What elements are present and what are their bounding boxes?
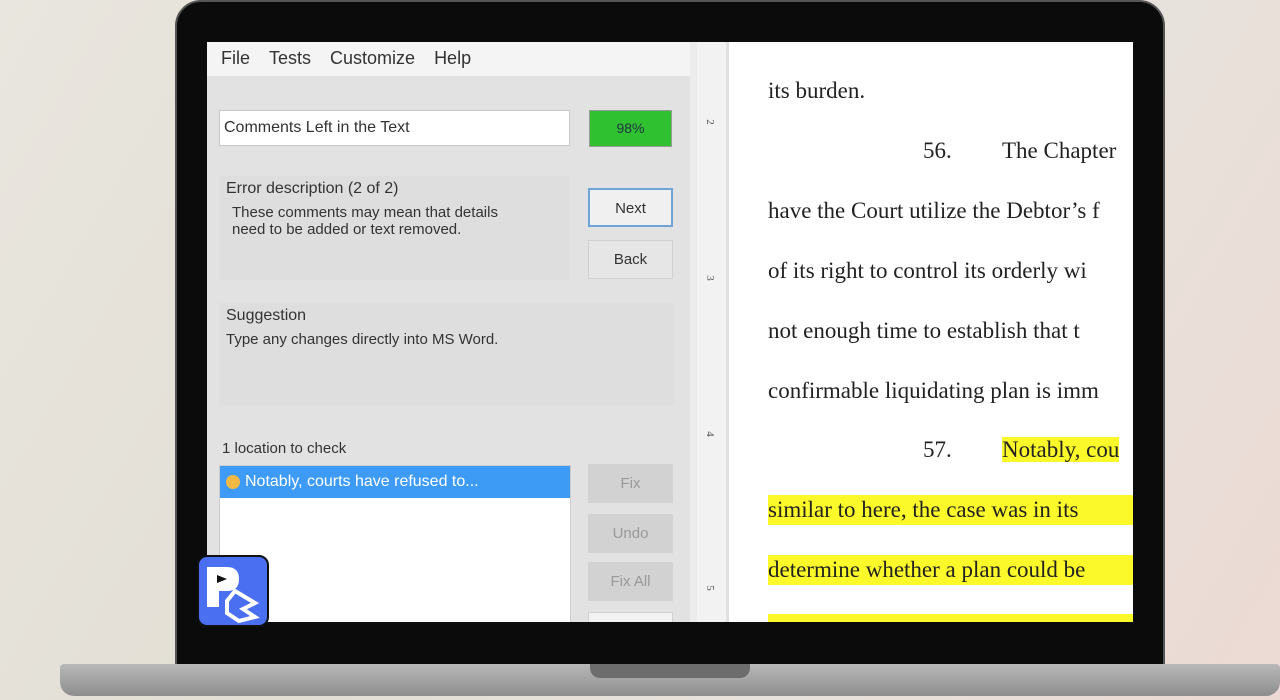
error-text-2: need to be added or text removed.	[232, 221, 462, 238]
laptop-notch	[590, 664, 750, 678]
menu-bar: File Tests Customize Help	[207, 42, 690, 76]
locations-list[interactable]: Notably, courts have refused to...	[219, 465, 571, 622]
error-text-1: These comments may mean that details	[232, 204, 498, 221]
warning-dot-icon	[226, 475, 240, 489]
menu-file[interactable]: File	[221, 48, 250, 70]
list-item[interactable]: Notably, courts have refused to...	[220, 466, 570, 498]
doc-line: confirmable liquidating plan is imm	[768, 378, 1099, 403]
doc-line: its burden.	[768, 78, 866, 103]
doc-line: not enough time to establish that t	[768, 318, 1080, 343]
menu-tests[interactable]: Tests	[269, 48, 311, 70]
suggestion-box: Suggestion Type any changes directly int…	[219, 303, 674, 405]
doc-line: The Chapter	[1002, 138, 1117, 163]
extra-button[interactable]	[588, 612, 673, 622]
fix-all-button[interactable]: Fix All	[588, 562, 673, 601]
list-item-label: Notably, courts have refused to...	[245, 473, 479, 490]
paragraph-number: 56.	[923, 138, 952, 163]
doc-line: of its right to control its orderly wi	[768, 258, 1087, 283]
menu-customize[interactable]: Customize	[330, 48, 415, 70]
back-button[interactable]: Back	[588, 240, 673, 279]
doc-line: have the Court utilize the Debtor’s f	[768, 198, 1100, 223]
suggestion-title: Suggestion	[226, 307, 307, 324]
next-button[interactable]: Next	[588, 188, 673, 227]
locations-count: 1 location to check	[222, 440, 347, 457]
fix-button[interactable]: Fix	[588, 464, 673, 503]
paragraph-number: 57.	[923, 437, 952, 462]
screen: File Tests Customize Help Comments Left …	[207, 42, 1133, 622]
score-badge: 98%	[589, 110, 672, 147]
splitter-handle[interactable]	[690, 42, 697, 622]
highlighted-text-partial	[768, 614, 1133, 622]
suggestion-text: Type any changes directly into MS Word.	[226, 331, 499, 348]
pc-logo-icon	[197, 555, 269, 627]
menu-help[interactable]: Help	[434, 48, 471, 70]
ruler-label: 5	[703, 585, 716, 591]
highlighted-text: similar to here, the case was in its	[768, 495, 1133, 525]
error-title: Error description (2 of 2)	[226, 180, 399, 197]
ruler-label: 4	[703, 431, 716, 437]
vertical-ruler: 2 3 4 5	[697, 42, 729, 622]
highlighted-text: Notably, cou	[1002, 437, 1120, 462]
test-name-field[interactable]: Comments Left in the Text	[219, 110, 570, 146]
highlighted-text: determine whether a plan could be	[768, 555, 1133, 585]
ruler-label: 3	[703, 275, 716, 281]
undo-button[interactable]: Undo	[588, 514, 673, 553]
error-description-box: Error description (2 of 2) These comment…	[219, 176, 569, 280]
document-page[interactable]: its burden. 56. The Chapter have the Cou…	[768, 42, 1133, 622]
checker-panel: File Tests Customize Help Comments Left …	[207, 42, 690, 622]
ruler-label: 2	[703, 119, 716, 125]
